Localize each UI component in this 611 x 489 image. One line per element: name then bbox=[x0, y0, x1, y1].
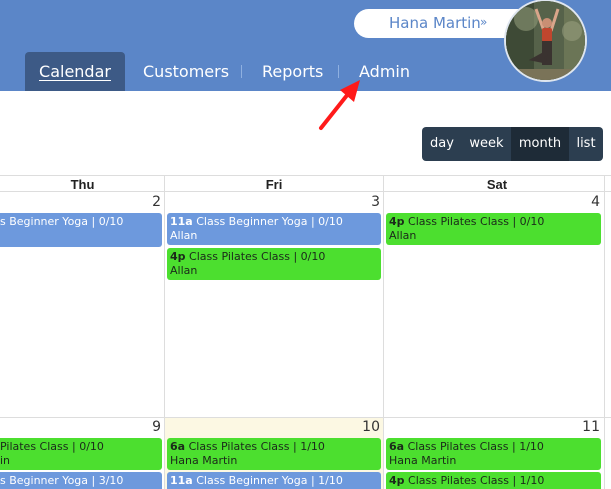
chevron-double-down-icon: » bbox=[480, 15, 488, 29]
grid-line bbox=[604, 175, 605, 489]
event-time: 4p bbox=[389, 215, 405, 228]
event-block[interactable]: s Beginner Yoga | 0/10 bbox=[0, 213, 162, 247]
user-name: Hana Martin bbox=[389, 14, 481, 32]
day-number[interactable]: 2 bbox=[100, 194, 161, 210]
dow-fri: Fri bbox=[165, 175, 383, 192]
day-number[interactable]: 11 bbox=[540, 419, 600, 435]
dow-sat: Sat bbox=[383, 175, 611, 192]
day-number[interactable]: 9 bbox=[100, 419, 161, 435]
event-block[interactable]: Pilates Class | 0/10 in bbox=[0, 438, 162, 470]
event-block[interactable]: 4p Class Pilates Class | 0/10 Allan bbox=[386, 213, 601, 245]
event-title: Class Pilates Class | 1/10 bbox=[188, 440, 325, 453]
event-block[interactable]: 11a Class Beginner Yoga | 1/10 bbox=[167, 472, 381, 489]
red-arrow-icon bbox=[319, 80, 360, 130]
event-title: s Beginner Yoga | 3/10 bbox=[0, 474, 124, 487]
view-switcher: day week month list bbox=[422, 127, 603, 161]
view-list-button[interactable]: list bbox=[569, 127, 603, 161]
day-number[interactable]: 4 bbox=[540, 194, 600, 210]
event-block[interactable]: 6a Class Pilates Class | 1/10 Hana Marti… bbox=[386, 438, 601, 470]
event-title: Class Beginner Yoga | 1/10 bbox=[196, 474, 343, 487]
event-instructor: in bbox=[0, 454, 11, 467]
tab-calendar[interactable]: Calendar bbox=[25, 52, 125, 91]
event-time: 6a bbox=[389, 440, 405, 453]
top-header: Hana Martin » Calendar Customers Reports… bbox=[0, 0, 611, 91]
event-time: 4p bbox=[389, 474, 405, 487]
tab-admin[interactable]: Admin bbox=[359, 52, 410, 91]
view-week-button[interactable]: week bbox=[462, 127, 511, 161]
month-calendar: Thu Fri Sat 2 3 4 s Beginner Yoga | 0/10… bbox=[0, 175, 611, 489]
avatar[interactable] bbox=[504, 0, 587, 82]
event-title: Class Pilates Class | 1/10 bbox=[408, 474, 545, 487]
event-instructor: Allan bbox=[389, 229, 417, 242]
event-instructor: Allan bbox=[170, 264, 198, 277]
event-instructor: Allan bbox=[170, 229, 198, 242]
event-block[interactable]: 4p Class Pilates Class | 1/10 bbox=[386, 472, 601, 489]
tab-customers[interactable]: Customers bbox=[143, 52, 229, 91]
event-block[interactable]: 6a Class Pilates Class | 1/10 Hana Marti… bbox=[167, 438, 381, 470]
event-block[interactable]: 4p Class Pilates Class | 0/10 Allan bbox=[167, 248, 381, 280]
event-instructor: Hana Martin bbox=[170, 454, 238, 467]
day-number[interactable]: 10 bbox=[320, 419, 380, 435]
event-block[interactable]: 11a Class Beginner Yoga | 0/10 Allan bbox=[167, 213, 381, 245]
grid-line bbox=[0, 417, 611, 418]
grid-line bbox=[383, 175, 384, 489]
tab-reports[interactable]: Reports bbox=[262, 52, 323, 91]
grid-line bbox=[164, 175, 165, 489]
event-title: Class Pilates Class | 1/10 bbox=[407, 440, 544, 453]
event-title: s Beginner Yoga | 0/10 bbox=[0, 215, 124, 228]
event-time: 11a bbox=[170, 474, 193, 487]
view-day-button[interactable]: day bbox=[422, 127, 462, 161]
event-title: Class Pilates Class | 0/10 bbox=[408, 215, 545, 228]
nav-divider bbox=[241, 65, 242, 78]
view-month-button[interactable]: month bbox=[511, 127, 569, 161]
event-instructor: Hana Martin bbox=[389, 454, 457, 467]
event-title: Class Beginner Yoga | 0/10 bbox=[196, 215, 343, 228]
dow-thu: Thu bbox=[0, 175, 165, 192]
event-time: 4p bbox=[170, 250, 186, 263]
event-title: Class Pilates Class | 0/10 bbox=[189, 250, 326, 263]
day-number[interactable]: 3 bbox=[320, 194, 380, 210]
event-title: Pilates Class | 0/10 bbox=[0, 440, 104, 453]
event-block[interactable]: s Beginner Yoga | 3/10 bbox=[0, 472, 162, 489]
event-time: 6a bbox=[170, 440, 186, 453]
nav-divider bbox=[338, 65, 339, 78]
event-time: 11a bbox=[170, 215, 193, 228]
